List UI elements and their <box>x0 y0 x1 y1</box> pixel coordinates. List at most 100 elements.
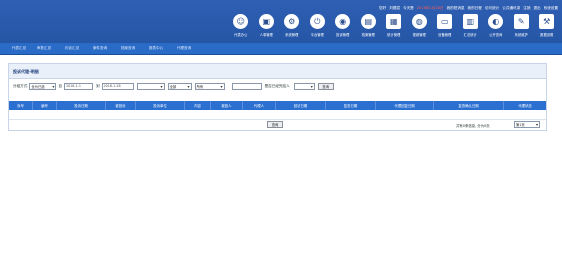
column-header: 代理回复日期 <box>376 101 434 110</box>
date-to-input[interactable]: 2016-1-28 <box>101 82 134 90</box>
top-link[interactable]: 我的日程 <box>468 6 482 11</box>
module-button[interactable]: ☺ 代表办公 <box>228 14 254 43</box>
chevron-down-icon: ▾ <box>187 83 190 89</box>
top-link[interactable]: 退出 <box>533 6 540 11</box>
panel-title: 投诉代理-明细 <box>13 69 39 74</box>
panel-header: 投诉代理-明细 <box>9 64 546 79</box>
nav-item[interactable]: 代表汇总 <box>8 46 30 51</box>
pager-bar: 查询 共有0条信息, 分为0页 第1页 ▾ <box>9 119 546 130</box>
module-button[interactable]: ◉ 投诉管理 <box>330 14 356 43</box>
module-button[interactable]: ⚒ 数据设置 <box>534 14 560 43</box>
date-from-label: 自 <box>58 83 62 88</box>
monitor-icon: ▭ <box>437 14 453 29</box>
module-label: 平台管理 <box>310 33 324 37</box>
top-link[interactable]: 公共通讯录 <box>502 6 520 11</box>
column-header: 编号 <box>33 101 57 110</box>
module-label: 系统管理 <box>285 33 299 37</box>
column-header: 复查确认日期 <box>434 101 504 110</box>
module-button[interactable]: ▭ 设备管理 <box>432 14 458 43</box>
module-button[interactable]: ⏻ 平台管理 <box>305 14 331 43</box>
module-button[interactable]: ▦ 统计管理 <box>381 14 407 43</box>
column-header: 代理状态 <box>518 104 532 108</box>
top-link[interactable]: 刘德斌 <box>389 6 400 11</box>
chevron-down-icon: ▾ <box>160 83 163 89</box>
module-button[interactable]: ✎ 系统维护 <box>509 14 535 43</box>
input-value: 2016-1-28 <box>103 84 121 88</box>
top-link[interactable]: 访问统计 <box>485 6 499 11</box>
select-value: 全为已选 <box>31 84 45 89</box>
status-select[interactable]: 全部 ▾ <box>167 82 192 90</box>
page-select[interactable]: 第1页 ▾ <box>514 121 540 128</box>
module-button[interactable]: ◍ 视频管理 <box>407 14 433 43</box>
select-value: 全部 <box>169 84 177 89</box>
column-header: 被投诉 <box>106 101 136 110</box>
nav-item[interactable]: 报表中心 <box>142 46 170 51</box>
unit-select[interactable]: ▾ <box>136 82 165 90</box>
filter-bar: 分组方式 全为已选 ▾ 自 2016-1-1 到 2016-1-28 ▾ 全部 ▾ … <box>13 82 334 90</box>
gear-icon: ⚙ <box>284 14 300 29</box>
kind-select[interactable]: 所有 ▾ <box>194 82 225 90</box>
column-header: 投诉单位 <box>136 101 185 110</box>
main-nav: 代表汇总 审批汇总 约谈汇总 案件查询 档案查询 报表中心 代理查询 <box>0 43 562 55</box>
report-panel: 投诉代理-明细 分组方式 全为已选 ▾ 自 2016-1-1 到 2016-1-2… <box>8 63 547 131</box>
select-value: 所有 <box>196 84 204 89</box>
module-label: 视频管理 <box>412 33 426 37</box>
module-label: 系统维护 <box>514 33 528 37</box>
power-icon: ⏻ <box>309 14 325 29</box>
top-link[interactable]: 系统设置 <box>544 6 558 11</box>
book-icon: ▤ <box>360 14 376 29</box>
owner-select[interactable]: ▾ <box>293 82 315 90</box>
chevron-down-icon: ▾ <box>535 122 538 127</box>
owner-label: 是否已经完结人 <box>264 83 290 88</box>
settings-icon: ⚒ <box>539 14 555 29</box>
top-link: 您好 <box>379 5 387 10</box>
select-value: 第1页 <box>516 123 525 127</box>
group-type-select[interactable]: 全为已选 ▾ <box>29 82 57 90</box>
module-button[interactable]: ▣ 人事管理 <box>254 14 280 43</box>
module-label: 人事管理 <box>259 33 273 37</box>
nav-item[interactable]: 代理查询 <box>170 46 198 51</box>
module-button[interactable]: ▤ 档案管理 <box>356 14 382 43</box>
chevron-down-icon: ▾ <box>310 83 313 89</box>
nav-item[interactable]: 约谈汇总 <box>58 46 86 51</box>
users-icon: ☺ <box>233 14 249 29</box>
globe-icon: ◐ <box>488 14 504 29</box>
pager-query-button[interactable]: 查询 <box>267 121 283 128</box>
top-link[interactable]: 我的短消息 <box>447 6 465 11</box>
top-links: 您好 刘德斌 今天是 2016年1月28日 我的短消息 我的日程 访问统计 公共… <box>379 5 558 11</box>
column-header: 被投人 <box>211 101 243 110</box>
top-link[interactable]: 注销 <box>523 6 530 11</box>
module-label: 代表办公 <box>234 33 248 37</box>
chart-icon: ▥ <box>462 14 478 29</box>
nav-item[interactable]: 审批汇总 <box>30 46 58 51</box>
module-button[interactable]: ▥ 汇总统计 <box>458 14 484 43</box>
column-header: 内容 <box>185 101 211 110</box>
module-button[interactable]: ◐ 公开查询 <box>483 14 509 43</box>
module-label: 档案管理 <box>361 33 375 37</box>
nav-item[interactable]: 档案查询 <box>114 46 142 51</box>
column-header: 投诉日期 <box>57 101 106 110</box>
tools-icon: ✎ <box>513 14 529 29</box>
alert-icon: ◉ <box>335 14 351 29</box>
input-value: 2016-1-1 <box>65 84 81 88</box>
column-header: 代理人 <box>243 101 276 110</box>
chevron-down-icon: ▾ <box>52 83 55 89</box>
module-label: 汇总统计 <box>463 33 477 37</box>
keyword-input[interactable] <box>231 82 262 90</box>
app-header: 您好 刘德斌 今天是 2016年1月28日 我的短消息 我的日程 访问统计 公共… <box>0 0 562 43</box>
date-from-input[interactable]: 2016-1-1 <box>63 82 93 90</box>
column-header: 回访日期 <box>276 101 326 110</box>
column-header: 复查日期 <box>326 101 376 110</box>
module-label: 公开查询 <box>489 33 503 37</box>
module-button[interactable]: ⚙ 系统管理 <box>279 14 305 43</box>
nav-item[interactable]: 案件查询 <box>86 46 114 51</box>
current-date: 2016年1月28日 <box>416 5 444 10</box>
module-label: 投诉管理 <box>336 33 350 37</box>
group-type-label: 分组方式 <box>13 83 28 88</box>
module-label: 统计管理 <box>387 33 401 37</box>
film-icon: ◍ <box>411 14 427 29</box>
table-header: 序号 编号 投诉日期 被投诉 投诉单位 内容 被投人 代理人 回访日期 复查日期… <box>9 101 546 110</box>
date-to-label: 到 <box>95 83 100 88</box>
column-header: 序号 <box>9 101 33 110</box>
query-button[interactable]: 查询 <box>317 82 334 90</box>
